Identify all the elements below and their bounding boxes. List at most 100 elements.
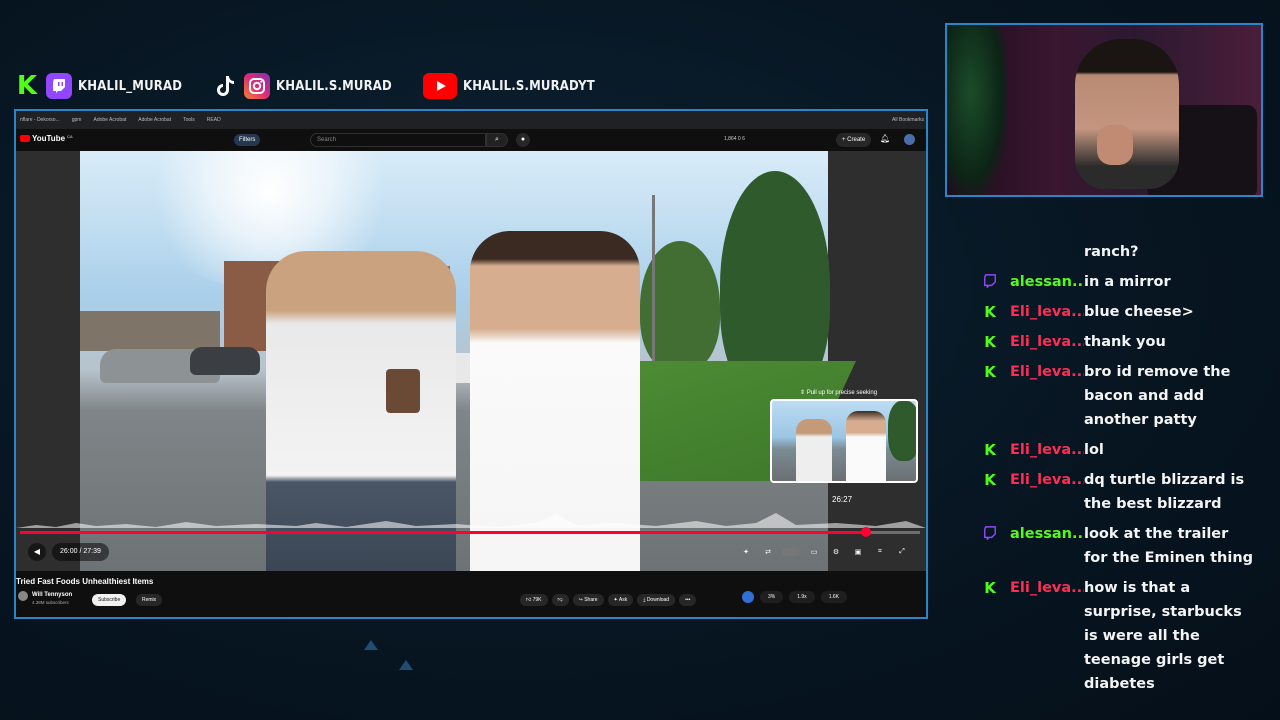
- chat-text: look at the trailer for the Eminen thing: [1084, 526, 1254, 566]
- seek-hint: ⇕ Pull up for precise seeking: [800, 390, 878, 396]
- youtube-logo-text: YouTube: [32, 134, 66, 143]
- filters-button[interactable]: Filters: [234, 134, 261, 146]
- bookmark-item[interactable]: Adobe Acrobat: [93, 117, 126, 123]
- chat-message: K Eli_leva... thank you: [976, 330, 1256, 354]
- extension-stats: 3% 1.9x 1.6K: [742, 591, 847, 603]
- streamer: [1075, 39, 1179, 189]
- kick-icon: K: [984, 579, 996, 597]
- mic-icon[interactable]: ●: [516, 133, 530, 147]
- instagram-handle: KHALIL.S.MURAD: [275, 78, 392, 94]
- youtube-logo[interactable]: YouTube CA: [20, 134, 73, 143]
- cast-icon[interactable]: ⌗: [872, 548, 888, 556]
- youtube-header: YouTube CA Filters Search ⌕ ● 1,864 0 6 …: [16, 129, 926, 151]
- ask-button[interactable]: ✦ Ask: [607, 594, 634, 606]
- share-label: Share: [584, 597, 598, 603]
- tiktok-icon: [212, 73, 238, 99]
- stat-pill: 3%: [760, 591, 784, 603]
- streamer-hand: [1097, 125, 1133, 165]
- channel-avatar[interactable]: [18, 591, 28, 601]
- bell-icon[interactable]: 🔔︎: [880, 134, 890, 143]
- car: [190, 347, 260, 375]
- chat-username: Eli_leva...: [1010, 304, 1084, 320]
- chat-text: how is that a surprise, starbucks is wer…: [1084, 580, 1242, 692]
- fullscreen-icon[interactable]: ⤢: [894, 548, 910, 556]
- country-code: CA: [67, 134, 73, 139]
- subscribe-button[interactable]: Subscribe: [92, 594, 127, 606]
- extension-icon[interactable]: [742, 591, 754, 603]
- download-button[interactable]: ⤓ Download: [637, 594, 676, 606]
- video-title: Tried Fast Foods Unhealthiest Items: [16, 577, 154, 586]
- share-button[interactable]: ↪ Share: [572, 594, 604, 606]
- browser-capture: nflare - Dekorso... gpm Adobe Acrobat Ad…: [14, 109, 928, 619]
- download-label: Download: [646, 597, 670, 603]
- bookmark-item[interactable]: gpm: [72, 117, 82, 123]
- building: [80, 311, 220, 351]
- stat-pill: 1.9x: [789, 591, 815, 603]
- dislike-button[interactable]: 👎︎: [551, 594, 569, 606]
- socials-bar: K KHALIL_MURAD KHALIL.S.MURAD KHALIL.S.M…: [14, 70, 621, 102]
- ask-label: Ask: [618, 597, 628, 603]
- chat-panel: ranch? alessan... in a mirror K Eli_leva…: [976, 240, 1256, 702]
- miniplayer-icon[interactable]: ▣: [850, 548, 866, 556]
- coffee-cup: [386, 369, 420, 413]
- all-bookmarks[interactable]: All Bookmarks: [892, 117, 924, 123]
- chat-text: lol: [1084, 442, 1104, 458]
- account-avatar[interactable]: [904, 134, 915, 145]
- seek-preview-thumbnail: [770, 399, 918, 483]
- chat-username: Eli_leva...: [1010, 364, 1084, 380]
- chat-username: Eli_leva...: [1010, 580, 1084, 596]
- chat-username: Eli_leva...: [1010, 442, 1084, 458]
- channel-subscribers: 4.38M subscribers: [32, 600, 69, 605]
- christmas-tree: [947, 25, 1007, 195]
- chat-text: in a mirror: [1084, 274, 1171, 290]
- chat-message: K Eli_leva... dq turtle blizzard is the …: [976, 468, 1256, 516]
- bookmark-item[interactable]: READ: [207, 117, 221, 123]
- volume-icon[interactable]: ◀︎: [28, 543, 46, 561]
- kick-icon: K: [984, 303, 996, 321]
- chat-username: Eli_leva...: [1010, 334, 1084, 350]
- remix-button[interactable]: Remix: [136, 594, 163, 606]
- bookmark-item[interactable]: Adobe Acrobat: [138, 117, 171, 123]
- youtube-logo-icon: [20, 135, 30, 142]
- like-button[interactable]: 👍︎ 79K: [520, 594, 548, 606]
- bookmark-item[interactable]: nflare - Dekorso...: [20, 117, 60, 123]
- autoplay-icon[interactable]: ⇄: [760, 548, 776, 556]
- sparkle-icon[interactable]: ✦: [738, 548, 754, 556]
- chat-text: ranch?: [1084, 244, 1139, 260]
- chat-username: alessan...: [1010, 526, 1084, 542]
- instagram-icon: [243, 73, 270, 99]
- twitch-icon: [982, 274, 998, 290]
- search-icon[interactable]: ⌕: [486, 133, 508, 147]
- chat-message: K Eli_leva... lol: [976, 438, 1256, 462]
- decor-triangle: [364, 640, 378, 650]
- decor-triangle: [399, 660, 413, 670]
- bookmark-item[interactable]: Tools: [183, 117, 195, 123]
- preview-person-left: [796, 419, 832, 481]
- video-player[interactable]: ⇕ Pull up for precise seeking 26:27 ◀︎ 2…: [16, 151, 926, 571]
- chat-text: thank you: [1084, 334, 1166, 350]
- video-actions: 👍︎ 79K 👎︎ ↪ Share ✦ Ask ⤓ Download •••: [520, 594, 697, 606]
- chat-text: dq turtle blizzard is the best blizzard: [1084, 472, 1245, 512]
- twitch-icon: [46, 73, 72, 99]
- autoplay-toggle[interactable]: [782, 548, 800, 556]
- subtitles-icon[interactable]: ▭: [806, 548, 822, 556]
- stat-pill: 1.6K: [820, 591, 847, 603]
- chat-text: blue cheese>: [1084, 304, 1194, 320]
- progress-played: [20, 531, 866, 534]
- settings-icon[interactable]: ⚙︎: [828, 548, 844, 556]
- chat-username: alessan...: [1010, 274, 1084, 290]
- create-button[interactable]: + Create: [836, 133, 872, 147]
- twitch-handle: KHALIL_MURAD: [78, 78, 183, 94]
- video-frame: [80, 151, 856, 571]
- progress-scrubber[interactable]: [861, 527, 871, 537]
- seek-preview-time: 26:27: [832, 495, 853, 504]
- more-button[interactable]: •••: [679, 594, 697, 606]
- chat-message: alessan... look at the trailer for the E…: [976, 522, 1256, 570]
- channel-name[interactable]: Will Tennyson: [32, 592, 72, 598]
- chat-text: bro id remove the bacon and add another …: [1084, 364, 1231, 428]
- chat-message: K Eli_leva... blue cheese>: [976, 300, 1256, 324]
- twitch-icon: [982, 526, 998, 542]
- heatmap-waveform: [16, 513, 926, 528]
- search-input[interactable]: Search: [310, 133, 486, 147]
- chat-username: Eli_leva...: [1010, 472, 1084, 488]
